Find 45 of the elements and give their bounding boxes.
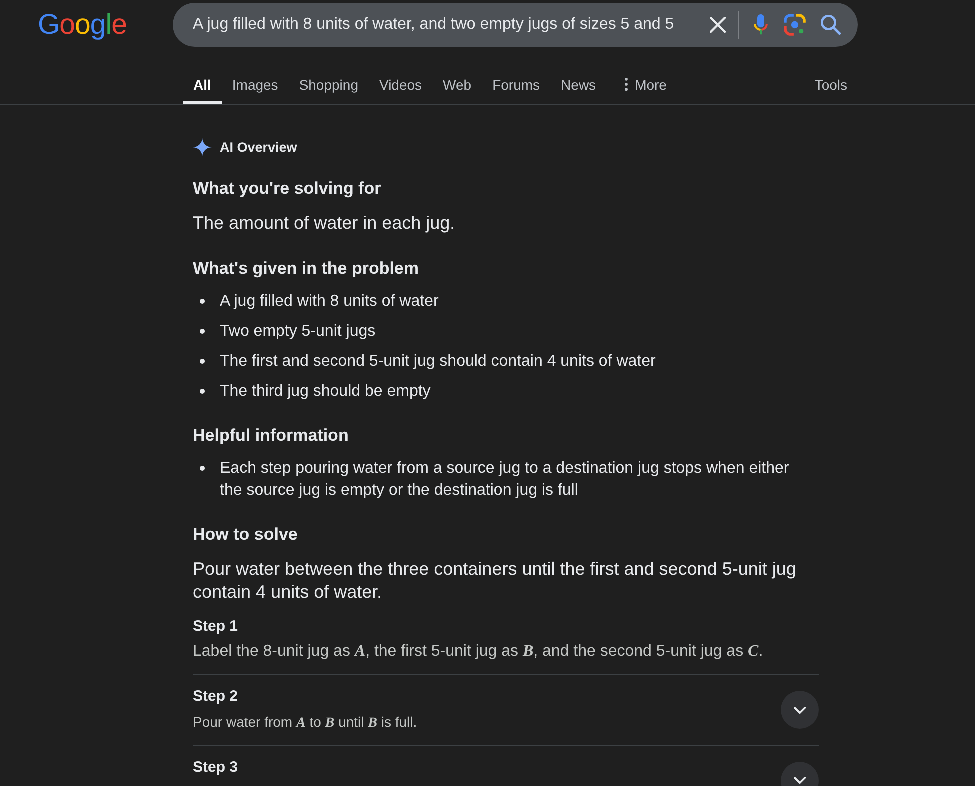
section-heading: What's given in the problem: [193, 258, 420, 280]
section-heading: How to solve: [193, 524, 299, 546]
close-icon: [710, 17, 726, 33]
answer-text: Pour water between the three containers until the first and second 5-unit jug contain 4 units of water.: [193, 558, 798, 604]
section-heading: What you're solving for: [193, 178, 382, 200]
list-item-text: The first and second 5-unit jug should contain 4 units of water: [220, 352, 656, 372]
camera-lens-icon: [784, 14, 806, 36]
step-text: Label the 8-unit jug as A, the first 5-unit jug as B, and the second 5-unit jug as C.: [193, 642, 764, 662]
bullet-icon: [200, 329, 205, 334]
step-text: Pour water from A to B until B is full.: [193, 712, 418, 732]
tools-button[interactable]: Tools: [804, 64, 858, 104]
step-title: Step 3: [193, 758, 238, 778]
list-item-text: The third jug should be empty: [220, 382, 431, 402]
tab[interactable]: Images: [222, 64, 289, 104]
mic-icon: [754, 14, 768, 36]
list-item-text: A jug filled with 8 units of water: [220, 292, 439, 312]
chevron-down-icon: [794, 777, 806, 784]
search-field[interactable]: A jug filled with 8 units of water, and two empty jugs of sizes 5 and 5: [193, 16, 710, 34]
tab[interactable]: Shopping: [288, 64, 369, 104]
step-title: Step 2: [193, 686, 240, 706]
list-item-text: Two empty 5-unit jugs: [220, 322, 376, 342]
bullet-icon: [200, 359, 205, 364]
ai-overview-label: AI Overview: [220, 140, 298, 154]
search-icon: [821, 15, 841, 35]
image-search-button[interactable]: [784, 14, 806, 36]
sparkle-icon: [193, 138, 212, 156]
tab[interactable]: Videos: [368, 64, 433, 104]
tab[interactable]: More: [614, 64, 678, 104]
tab[interactable]: All: [183, 64, 222, 104]
list-item-text: Each step pouring water from a source jug to a destination jug stops when either the source jug is empty or the destination jug is full: [220, 458, 790, 500]
tab[interactable]: Forums: [482, 64, 551, 104]
bullet-icon: [200, 299, 205, 304]
more-vertical-icon: [625, 78, 628, 91]
clear-button[interactable]: [710, 17, 726, 33]
bullet-icon: [200, 466, 205, 471]
bullet-icon: [200, 389, 205, 394]
search-button[interactable]: [821, 15, 841, 35]
answer-text: The amount of water in each jug.: [193, 212, 456, 235]
tab[interactable]: News: [550, 64, 607, 104]
logo[interactable]: Google: [38, 8, 128, 42]
voice-search-button[interactable]: [754, 14, 768, 36]
step-title: Step 1: [193, 616, 240, 636]
section-heading: Helpful information: [193, 424, 350, 446]
chevron-down-icon: [794, 706, 806, 714]
tab[interactable]: Web: [432, 64, 482, 104]
